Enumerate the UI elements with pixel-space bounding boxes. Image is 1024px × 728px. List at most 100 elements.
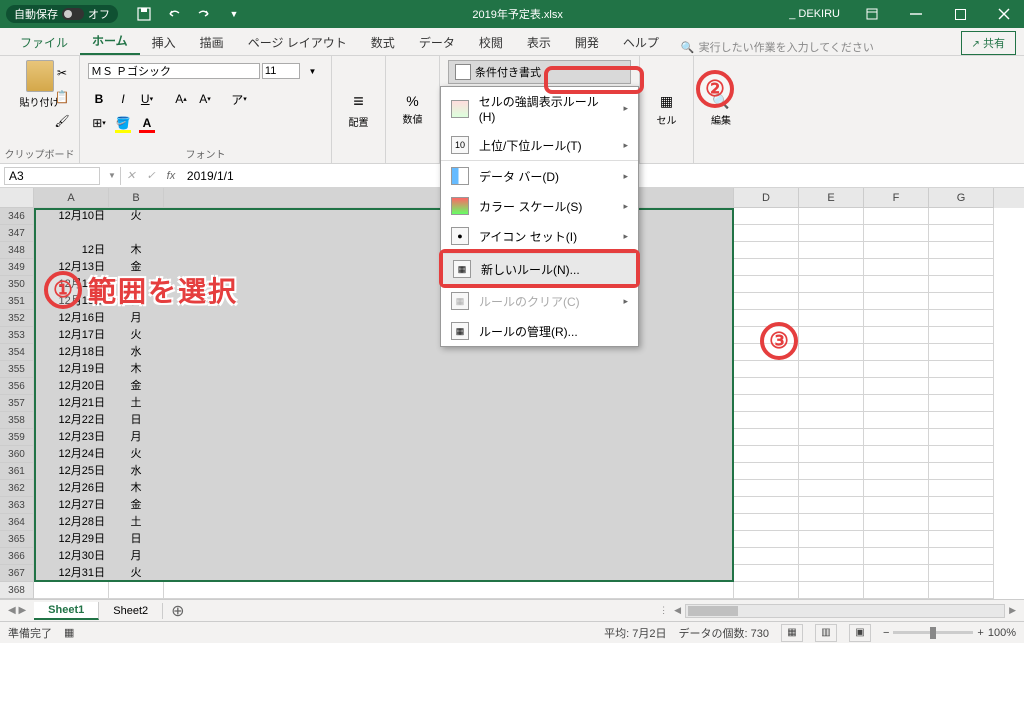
copy-button[interactable]: 📋 xyxy=(51,86,73,108)
cell[interactable]: 12月27日 xyxy=(34,497,109,514)
cell[interactable] xyxy=(164,446,734,463)
row-header[interactable]: 347 xyxy=(0,225,34,242)
cell[interactable] xyxy=(734,497,799,514)
cell[interactable]: 12月21日 xyxy=(34,395,109,412)
cell[interactable]: 火 xyxy=(109,208,164,225)
sheet-tab-1[interactable]: Sheet1 xyxy=(34,602,99,620)
cell[interactable] xyxy=(929,412,994,429)
cell[interactable] xyxy=(864,327,929,344)
cell[interactable] xyxy=(734,446,799,463)
cell[interactable]: 日 xyxy=(109,412,164,429)
cell[interactable] xyxy=(799,208,864,225)
fill-color-button[interactable]: 🪣 xyxy=(112,112,134,134)
cell[interactable] xyxy=(799,378,864,395)
cell[interactable] xyxy=(929,429,994,446)
name-box[interactable] xyxy=(4,167,100,185)
cell[interactable] xyxy=(799,497,864,514)
cell[interactable] xyxy=(799,548,864,565)
cell[interactable] xyxy=(109,225,164,242)
column-header-A[interactable]: A xyxy=(34,188,109,208)
cell[interactable] xyxy=(799,531,864,548)
cell[interactable] xyxy=(864,514,929,531)
italic-button[interactable]: I xyxy=(112,88,134,110)
tab-review[interactable]: 校閲 xyxy=(467,30,515,55)
cell[interactable]: 土 xyxy=(109,276,164,293)
cell[interactable]: 木 xyxy=(109,361,164,378)
cell[interactable] xyxy=(929,225,994,242)
tab-draw[interactable]: 描画 xyxy=(188,30,236,55)
cell[interactable] xyxy=(929,310,994,327)
cell[interactable] xyxy=(929,514,994,531)
tab-page-layout[interactable]: ページ レイアウト xyxy=(236,30,359,55)
cell[interactable]: 水 xyxy=(109,344,164,361)
cell[interactable]: 月 xyxy=(109,310,164,327)
cell[interactable] xyxy=(929,480,994,497)
cell[interactable]: 月 xyxy=(109,429,164,446)
cell[interactable] xyxy=(734,225,799,242)
zoom-slider[interactable] xyxy=(893,631,973,634)
borders-button[interactable]: ⊞ ▾ xyxy=(88,112,110,134)
cell[interactable] xyxy=(164,514,734,531)
alignment-button[interactable]: ≡ xyxy=(353,91,364,112)
undo-button[interactable] xyxy=(162,2,186,26)
cell[interactable]: 12月24日 xyxy=(34,446,109,463)
cell[interactable] xyxy=(34,225,109,242)
cell[interactable] xyxy=(734,276,799,293)
tab-insert[interactable]: 挿入 xyxy=(140,30,188,55)
cell[interactable]: 日 xyxy=(109,293,164,310)
row-header[interactable]: 366 xyxy=(0,548,34,565)
cell[interactable]: 12月18日 xyxy=(34,344,109,361)
cell[interactable] xyxy=(864,293,929,310)
namebox-dropdown[interactable]: ▼ xyxy=(104,171,120,180)
cell[interactable] xyxy=(929,395,994,412)
ribbon-display-button[interactable] xyxy=(852,0,892,28)
cell[interactable] xyxy=(734,208,799,225)
column-header-G[interactable]: G xyxy=(929,188,994,208)
cell[interactable] xyxy=(864,497,929,514)
cell[interactable] xyxy=(734,514,799,531)
cell[interactable] xyxy=(734,548,799,565)
row-header[interactable]: 360 xyxy=(0,446,34,463)
cell[interactable] xyxy=(734,327,799,344)
cell[interactable] xyxy=(929,378,994,395)
cell[interactable] xyxy=(34,582,109,599)
cell[interactable] xyxy=(929,276,994,293)
cell[interactable] xyxy=(799,276,864,293)
cell[interactable] xyxy=(799,429,864,446)
cell[interactable] xyxy=(864,344,929,361)
cell[interactable] xyxy=(929,531,994,548)
tab-file[interactable]: ファイル xyxy=(8,30,80,55)
scroll-left-button[interactable]: ◀ xyxy=(674,605,681,616)
cell[interactable] xyxy=(929,497,994,514)
cell[interactable] xyxy=(929,259,994,276)
cells-button[interactable]: ▦ xyxy=(660,93,673,110)
cell[interactable] xyxy=(734,259,799,276)
column-header-E[interactable]: E xyxy=(799,188,864,208)
cell[interactable] xyxy=(734,565,799,582)
cut-button[interactable]: ✂ xyxy=(51,62,73,84)
cell[interactable]: 水 xyxy=(109,463,164,480)
cell[interactable] xyxy=(929,582,994,599)
column-header-B[interactable]: B xyxy=(109,188,164,208)
cell[interactable]: 火 xyxy=(109,446,164,463)
row-header[interactable]: 346 xyxy=(0,208,34,225)
cell[interactable] xyxy=(734,480,799,497)
cell[interactable] xyxy=(799,344,864,361)
view-page-break-button[interactable]: ▣ xyxy=(849,624,871,642)
cell[interactable] xyxy=(164,378,734,395)
cell[interactable]: 金 xyxy=(109,259,164,276)
new-sheet-button[interactable]: ⊕ xyxy=(163,601,192,621)
menu-icon-sets[interactable]: ● アイコン セット(I)▸ xyxy=(441,221,638,251)
sheet-tab-2[interactable]: Sheet2 xyxy=(99,603,163,619)
cell[interactable] xyxy=(864,259,929,276)
cell[interactable] xyxy=(929,344,994,361)
cell[interactable]: 12月28日 xyxy=(34,514,109,531)
conditional-formatting-button[interactable]: 条件付き書式 ▾ xyxy=(448,60,631,84)
redo-button[interactable] xyxy=(192,2,216,26)
cell[interactable]: 12月29日 xyxy=(34,531,109,548)
tab-view[interactable]: 表示 xyxy=(515,30,563,55)
view-page-layout-button[interactable]: ▥ xyxy=(815,624,837,642)
cell[interactable] xyxy=(799,225,864,242)
close-button[interactable] xyxy=(984,0,1024,28)
row-header[interactable]: 349 xyxy=(0,259,34,276)
